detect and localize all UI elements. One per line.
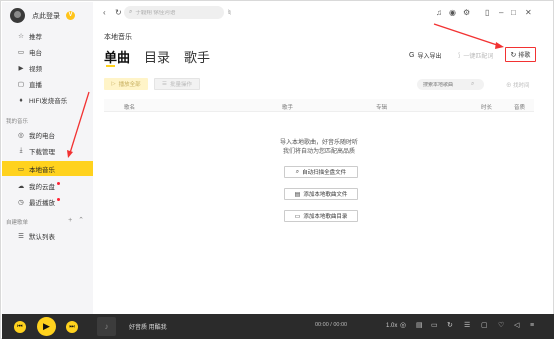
arrowhead-sort — [495, 42, 504, 49]
arrowhead-local-music — [67, 150, 73, 158]
app-window: 点此登录 V ☆ 推荐 ▭ 电台 ▶ 视频 ▢ 直播 ♦ HIFI发烧音乐 我的… — [0, 0, 554, 339]
annotation-arrows — [67, 23, 504, 158]
annotation-arrow-sort — [433, 23, 501, 47]
annotation-arrow-local-music — [69, 91, 90, 154]
